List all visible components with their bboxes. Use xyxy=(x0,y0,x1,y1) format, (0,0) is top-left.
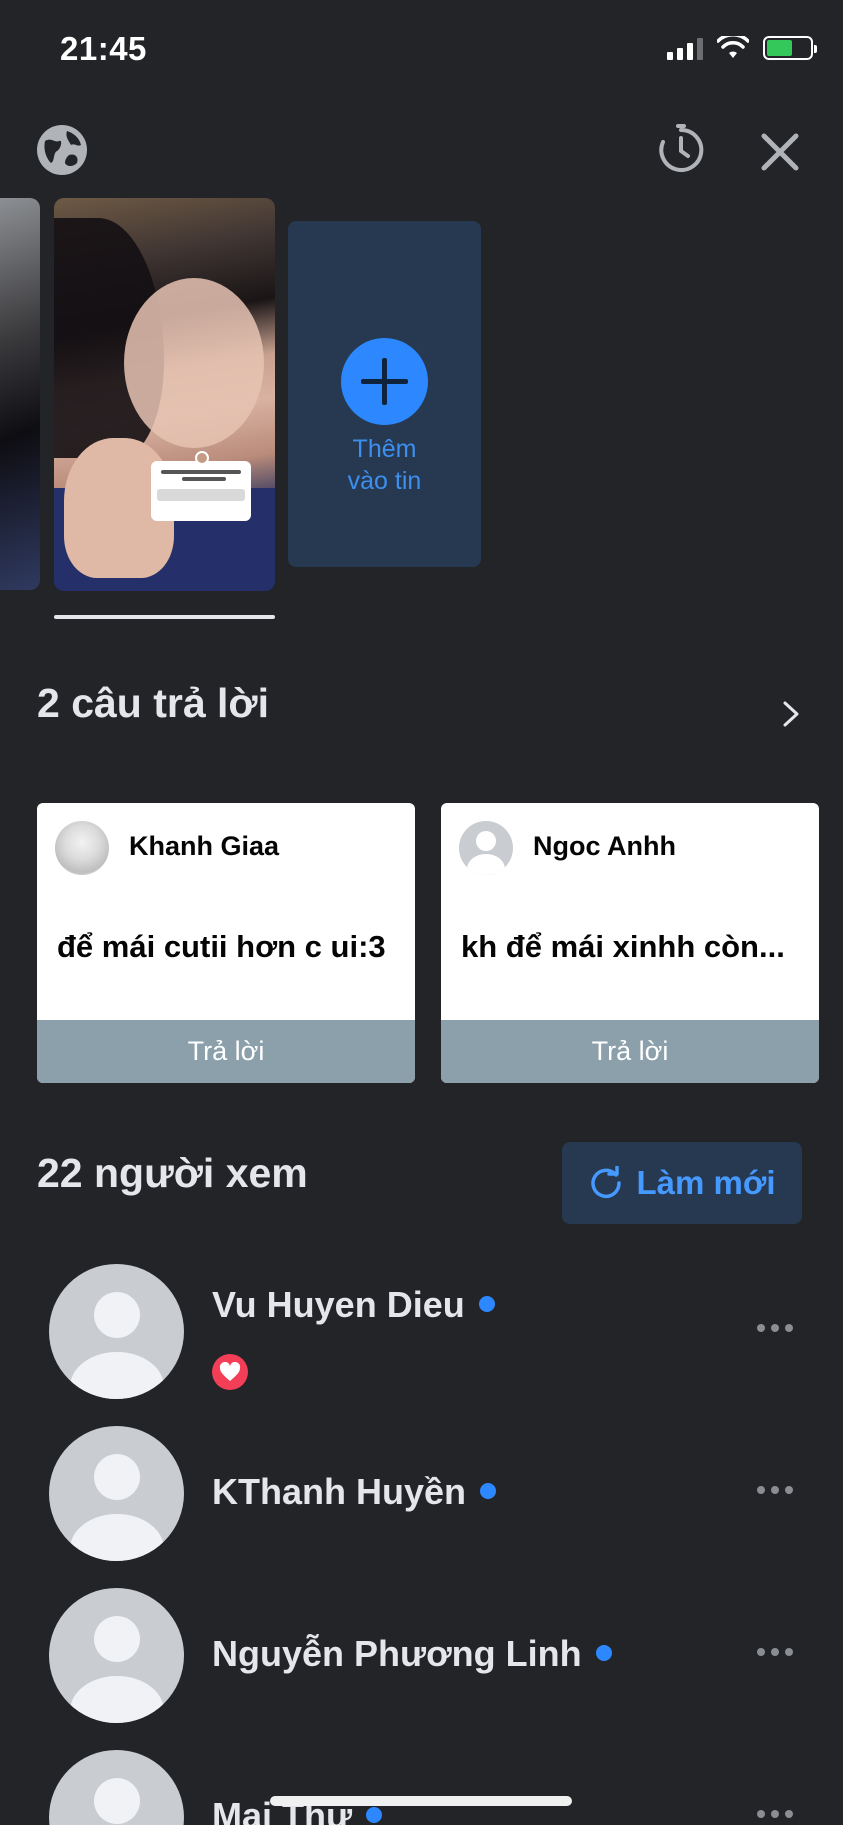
viewer-row[interactable]: Mai Thư xyxy=(0,1750,843,1825)
close-icon[interactable] xyxy=(756,128,804,176)
avatar xyxy=(459,821,513,875)
viewer-row[interactable]: Vu Huyen Dieu xyxy=(0,1264,843,1399)
archive-timer-icon[interactable] xyxy=(655,124,707,176)
online-dot-icon xyxy=(366,1807,383,1824)
selected-story-indicator xyxy=(54,615,275,619)
current-story-thumbnail[interactable] xyxy=(54,198,275,591)
reply-card[interactable]: Khanh Giaa để mái cutii hơn c ui:3 Trả l… xyxy=(37,803,415,1083)
reply-card[interactable]: Ngoc Anhh kh để mái xinhh còn... Trả lời xyxy=(441,803,819,1083)
battery-icon xyxy=(763,36,817,60)
avatar xyxy=(49,1264,184,1399)
previous-story-thumbnail[interactable] xyxy=(0,198,40,590)
online-dot-icon xyxy=(480,1483,497,1500)
more-options-icon[interactable] xyxy=(757,1648,793,1656)
question-sticker xyxy=(151,451,251,521)
plus-icon xyxy=(341,338,428,425)
avatar xyxy=(49,1588,184,1723)
refresh-button[interactable]: Làm mới xyxy=(562,1142,802,1224)
reply-author: Ngoc Anhh xyxy=(533,831,676,861)
reply-button[interactable]: Trả lời xyxy=(441,1020,819,1083)
refresh-label: Làm mới xyxy=(636,1164,776,1201)
globe-icon[interactable] xyxy=(35,123,89,177)
add-to-story-button[interactable]: Thêm vào tin xyxy=(288,221,481,567)
more-options-icon[interactable] xyxy=(757,1486,793,1494)
reply-message: để mái cutii hơn c ui:3 xyxy=(57,929,386,964)
viewers-title: 22 người xem xyxy=(37,1150,308,1196)
avatar xyxy=(49,1426,184,1561)
home-indicator xyxy=(270,1796,572,1806)
reply-button[interactable]: Trả lời xyxy=(37,1020,415,1083)
reply-message: kh để mái xinhh còn... xyxy=(461,929,785,964)
viewer-name: KThanh Huyền xyxy=(212,1471,497,1513)
more-options-icon[interactable] xyxy=(757,1810,793,1818)
heart-reaction-icon xyxy=(212,1354,248,1390)
cellular-signal-icon xyxy=(667,36,703,60)
reply-author: Khanh Giaa xyxy=(129,831,280,861)
more-options-icon[interactable] xyxy=(757,1324,793,1332)
avatar xyxy=(49,1750,184,1825)
refresh-icon xyxy=(590,1166,621,1199)
replies-title: 2 câu trả lời xyxy=(37,680,269,726)
online-dot-icon xyxy=(595,1645,612,1662)
online-dot-icon xyxy=(478,1296,495,1313)
status-time: 21:45 xyxy=(60,30,147,67)
add-story-label: Thêm vào tin xyxy=(347,435,422,495)
avatar xyxy=(55,821,109,875)
wifi-icon xyxy=(717,36,749,58)
status-icons xyxy=(667,36,817,60)
viewer-row[interactable]: KThanh Huyền xyxy=(0,1426,843,1561)
chevron-right-icon[interactable] xyxy=(781,700,801,728)
viewer-name: Vu Huyen Dieu xyxy=(212,1284,495,1326)
story-top-bar xyxy=(0,118,843,178)
viewer-row[interactable]: Nguyễn Phương Linh xyxy=(0,1588,843,1723)
viewer-name: Nguyễn Phương Linh xyxy=(212,1633,612,1675)
